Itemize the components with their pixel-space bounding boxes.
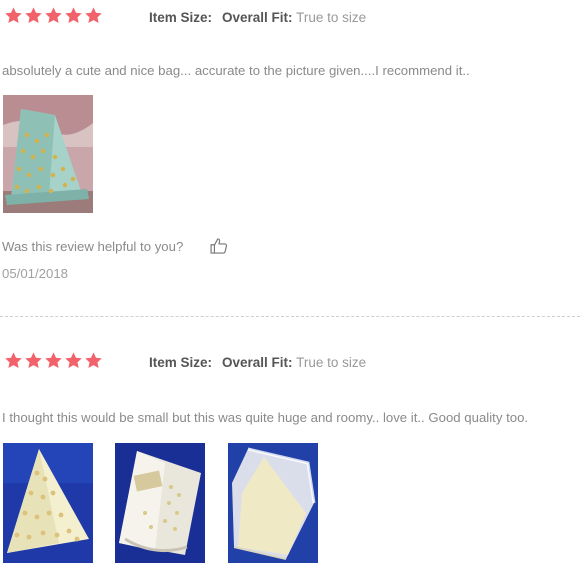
star-icon <box>44 6 63 25</box>
review-divider <box>0 316 580 317</box>
star-icon <box>64 351 83 370</box>
overall-fit-label: Overall Fit: <box>222 10 293 25</box>
star-rating <box>4 6 103 25</box>
review-text: absolutely a cute and nice bag... accura… <box>2 63 470 78</box>
rating-row: Item Size: Overall Fit: True to size <box>4 6 574 30</box>
thumbs-up-icon[interactable] <box>209 236 229 256</box>
overall-fit-value: True to size <box>296 10 367 25</box>
star-rating <box>4 351 103 370</box>
star-icon <box>4 6 23 25</box>
fit-info: Item Size: Overall Fit: True to size <box>149 355 366 370</box>
helpful-row: Was this review helpful to you? <box>2 236 229 256</box>
overall-fit-value: True to size <box>296 355 367 370</box>
reviews-list: Item Size: Overall Fit: True to size abso… <box>0 0 580 580</box>
review-date: 05/01/2018 <box>2 266 69 281</box>
star-icon <box>4 351 23 370</box>
overall-fit-label: Overall Fit: <box>222 355 293 370</box>
review-text: I thought this would be small but this w… <box>2 410 529 425</box>
review-photo[interactable] <box>3 443 93 563</box>
star-icon <box>24 6 43 25</box>
rating-row: Item Size: Overall Fit: True to size <box>4 351 574 375</box>
star-icon <box>84 351 103 370</box>
item-size-label: Item Size: <box>149 355 213 370</box>
item-size-label: Item Size: <box>149 10 213 25</box>
review-photo[interactable] <box>115 443 205 563</box>
star-icon <box>64 6 83 25</box>
star-icon <box>84 6 103 25</box>
review-photo[interactable] <box>3 95 93 213</box>
star-icon <box>44 351 63 370</box>
star-icon <box>24 351 43 370</box>
helpful-prompt: Was this review helpful to you? <box>2 238 184 254</box>
review-photo[interactable] <box>228 443 318 563</box>
fit-info: Item Size: Overall Fit: True to size <box>149 10 366 25</box>
